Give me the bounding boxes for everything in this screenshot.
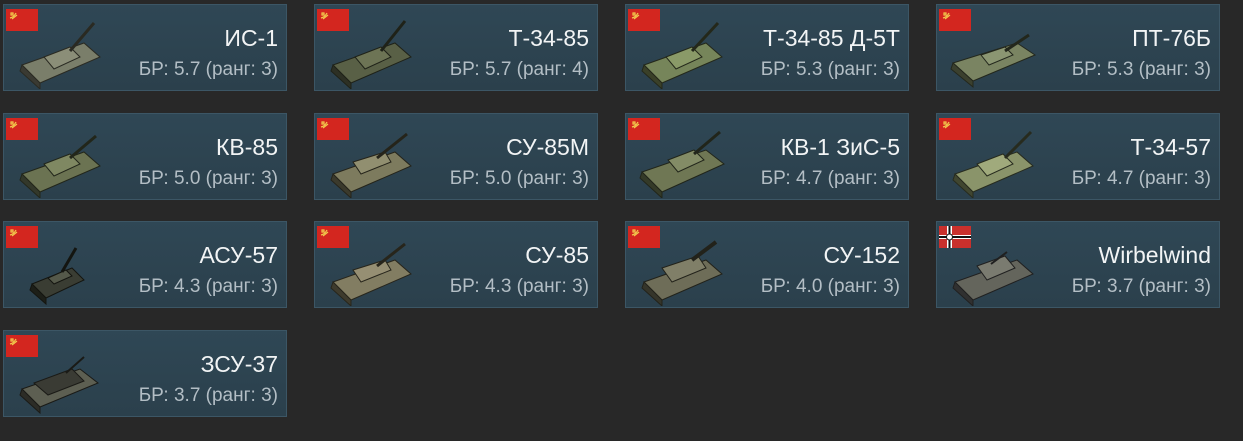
vehicle-name: КВ-85 [216,134,278,160]
vehicle-br: БР: 3.7 (ранг: 3) [1071,276,1211,297]
vehicle-br: БР: 5.0 (ранг: 3) [449,168,589,189]
vehicle-br: БР: 5.0 (ранг: 3) [138,168,278,189]
vehicle-br: БР: 4.7 (ранг: 3) [760,168,900,189]
vehicle-name: Т-34-85 [508,25,589,51]
tank-icon [952,130,1034,198]
tank-icon [952,251,1034,306]
tank-icon [330,132,412,198]
vehicle-name: ИС-1 [224,25,278,51]
vehicle-card-su-85[interactable]: СУ-85 БР: 4.3 (ранг: 3) [314,221,598,308]
tank-icon [330,20,412,89]
vehicle-card-wirbelwind[interactable]: Wirbelwind БР: 3.7 (ранг: 3) [936,221,1220,308]
vehicle-grid: ИС-1 БР: 5.7 (ранг: 3) Т-34-85 БР: 5.7 (… [0,0,1243,441]
vehicle-name: СУ-85 [525,242,589,268]
tank-icon [19,22,101,89]
vehicle-card-kv-1-zis-5[interactable]: КВ-1 ЗиС-5 БР: 4.7 (ранг: 3) [625,113,909,200]
tank-icon [639,130,725,198]
tank-icon [641,240,723,306]
vehicle-card-zsu-37[interactable]: ЗСУ-37 БР: 3.7 (ранг: 3) [3,330,287,417]
vehicle-br: БР: 4.3 (ранг: 3) [138,276,278,297]
vehicle-br: БР: 4.0 (ранг: 3) [760,276,900,297]
vehicle-card-su-85m[interactable]: СУ-85М БР: 5.0 (ранг: 3) [314,113,598,200]
vehicle-name: АСУ-57 [199,242,278,268]
tank-icon [29,247,85,306]
tank-icon [19,134,101,198]
vehicle-name: Wirbelwind [1098,242,1211,268]
vehicle-card-asu-57[interactable]: АСУ-57 БР: 4.3 (ранг: 3) [3,221,287,308]
vehicle-name: ЗСУ-37 [200,351,278,377]
vehicle-br: БР: 4.3 (ранг: 3) [449,276,589,297]
vehicle-name: ПТ-76Б [1132,25,1211,51]
vehicle-br: БР: 5.7 (ранг: 3) [138,59,278,80]
vehicle-card-t-34-85[interactable]: Т-34-85 БР: 5.7 (ранг: 4) [314,4,598,91]
vehicle-name: КВ-1 ЗиС-5 [780,134,900,160]
vehicle-card-pt-76b[interactable]: ПТ-76Б БР: 5.3 (ранг: 3) [936,4,1220,91]
vehicle-card-kv-85[interactable]: КВ-85 БР: 5.0 (ранг: 3) [3,113,287,200]
vehicle-card-is-1[interactable]: ИС-1 БР: 5.7 (ранг: 3) [3,4,287,91]
vehicle-card-su-152[interactable]: СУ-152 БР: 4.0 (ранг: 3) [625,221,909,308]
vehicle-name: Т-34-85 Д-5Т [762,25,900,51]
vehicle-br: БР: 3.7 (ранг: 3) [138,385,278,406]
vehicle-name: СУ-85М [506,134,589,160]
vehicle-card-t-34-57[interactable]: Т-34-57 БР: 4.7 (ранг: 3) [936,113,1220,200]
tank-icon [19,356,99,415]
vehicle-br: БР: 4.7 (ранг: 3) [1071,168,1211,189]
vehicle-card-t-34-85-d-5t[interactable]: Т-34-85 Д-5Т БР: 5.3 (ранг: 3) [625,4,909,91]
vehicle-name: СУ-152 [823,242,901,268]
tank-icon [330,242,412,306]
vehicle-br: БР: 5.7 (ранг: 4) [449,59,589,80]
vehicle-br: БР: 5.3 (ранг: 3) [760,59,900,80]
vehicle-name: Т-34-57 [1130,134,1211,160]
tank-icon [950,33,1037,89]
vehicle-br: БР: 5.3 (ранг: 3) [1071,59,1211,80]
tank-icon [641,21,723,89]
